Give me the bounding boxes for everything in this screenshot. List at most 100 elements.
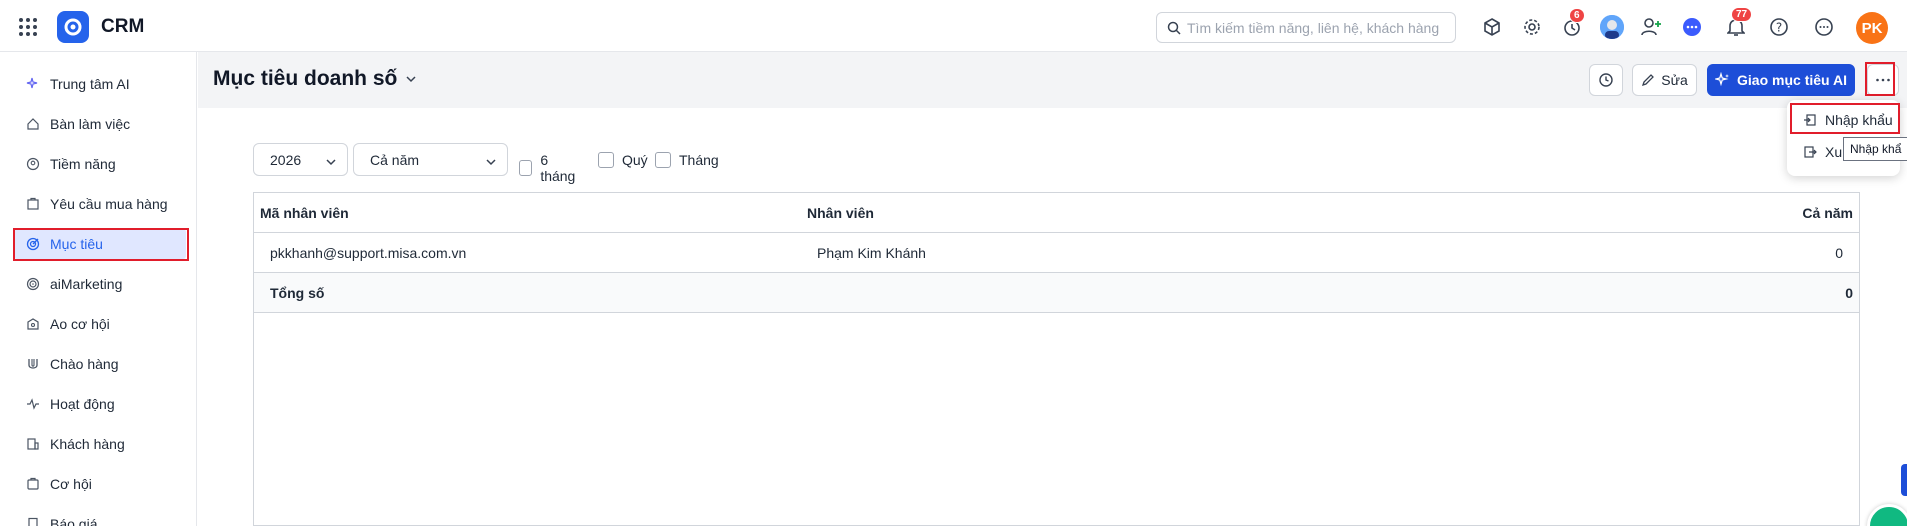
sidebar-item-workspace[interactable]: Bàn làm việc (14, 109, 186, 139)
assign-ai-target-button[interactable]: Giao mục tiêu AI (1707, 64, 1855, 96)
edit-button-label: Sửa (1661, 72, 1688, 88)
sidebar: Trung tâm AI Bàn làm việc Tiềm năng Yêu … (0, 52, 197, 526)
sidebar-item-ai-center[interactable]: Trung tâm AI (14, 69, 186, 99)
checkbox-box[interactable] (519, 160, 533, 176)
checkbox-box[interactable] (598, 152, 614, 168)
sparkle-icon (26, 77, 40, 91)
clock-icon (1598, 72, 1614, 88)
menu-item-import[interactable]: Nhập khẩu (1787, 105, 1900, 135)
activity-icon (26, 397, 40, 411)
sidebar-item-label: Yêu cầu mua hàng (50, 196, 168, 212)
employee-code-cell: pkkhanh@support.misa.com.vn (270, 245, 467, 261)
target-icon (26, 237, 40, 251)
sidebar-item-label: aiMarketing (50, 276, 123, 292)
user-avatar[interactable]: PK (1856, 12, 1888, 44)
quote-icon (26, 517, 40, 526)
column-header-employee[interactable]: Nhân viên (807, 205, 874, 221)
brand-name: CRM (101, 16, 145, 37)
checkbox-label: Tháng (679, 152, 719, 168)
lead-icon (26, 157, 40, 171)
targets-table: Mã nhân viên Nhân viên Cả năm pkkhanh@su… (253, 192, 1860, 526)
edit-button[interactable]: Sửa (1632, 64, 1697, 96)
sidebar-item-label: Chào hàng (50, 356, 119, 372)
sidebar-item-leads[interactable]: Tiềm năng (14, 149, 186, 179)
pencil-icon (1641, 73, 1655, 87)
sidebar-item-purchase-requests[interactable]: Yêu cầu mua hàng (14, 189, 186, 219)
import-tooltip: Nhập khẩ (1843, 137, 1907, 161)
checkbox-label: Quý (622, 152, 648, 168)
page-header: Mục tiêu doanh số Sửa Giao mục tiêu AI (198, 52, 1907, 108)
main-content: Mục tiêu doanh số Sửa Giao mục tiêu AI 2… (198, 52, 1907, 526)
sidebar-item-offers[interactable]: Chào hàng (14, 349, 186, 379)
pool-icon (26, 317, 40, 331)
checkbox-quarter[interactable]: Quý (598, 152, 648, 168)
crm-logo[interactable] (57, 11, 89, 43)
total-value: 0 (1845, 285, 1853, 301)
table-total-row: Tổng số 0 (254, 273, 1859, 313)
top-bar: CRM 6 77 ? PK (0, 0, 1907, 52)
building-icon (26, 437, 40, 451)
chevron-down-icon (325, 155, 337, 171)
gear-icon[interactable] (1520, 15, 1544, 39)
bell-icon[interactable]: 77 (1724, 7, 1753, 39)
table-row[interactable]: pkkhanh@support.misa.com.vn Phạm Kim Khá… (254, 233, 1859, 273)
employee-name-cell: Phạm Kim Khánh (817, 245, 926, 261)
sidebar-item-label: Cơ hội (50, 476, 92, 492)
cube-search-icon[interactable] (1480, 15, 1504, 39)
sidebar-item-targets[interactable]: Mục tiêu (14, 229, 186, 259)
menu-item-label: Xu (1825, 144, 1843, 160)
menu-item-label: Nhập khẩu (1825, 112, 1893, 128)
import-icon (1803, 113, 1817, 127)
apps-grid-icon[interactable] (19, 18, 37, 36)
sidebar-item-opportunities[interactable]: Cơ hội (14, 469, 186, 499)
sidebar-item-quotes[interactable]: Báo giá (14, 509, 186, 526)
reminder-icon[interactable]: 6 (1560, 8, 1585, 39)
svg-text:?: ? (1776, 21, 1782, 35)
sidebar-item-activities[interactable]: Hoạt động (14, 389, 186, 419)
ellipsis-icon (1875, 78, 1891, 82)
period-select[interactable]: Cả năm (353, 143, 508, 176)
total-label: Tổng số (270, 285, 325, 301)
floating-side-tab[interactable] (1901, 464, 1907, 496)
chevron-down-icon (405, 67, 417, 91)
column-header-full-year[interactable]: Cả năm (1802, 205, 1853, 221)
help-icon[interactable]: ? (1767, 15, 1791, 39)
checkbox-6-months[interactable]: 6 tháng (519, 152, 578, 184)
marketing-icon (26, 277, 40, 291)
page-title[interactable]: Mục tiêu doanh số (213, 67, 417, 91)
chat-icon[interactable] (1680, 15, 1704, 39)
assistant-avatar[interactable] (1600, 15, 1624, 39)
home-icon (26, 117, 40, 131)
checkbox-box[interactable] (655, 152, 671, 168)
assign-ai-target-label: Giao mục tiêu AI (1737, 72, 1847, 88)
global-search[interactable] (1156, 12, 1456, 43)
checkbox-label: 6 tháng (540, 152, 576, 184)
reminder-badge: 6 (1569, 8, 1585, 23)
export-icon (1803, 145, 1817, 159)
full-year-cell[interactable]: 0 (1835, 245, 1843, 261)
notification-badge: 77 (1731, 7, 1753, 22)
more-actions-button[interactable] (1867, 64, 1899, 96)
table-header: Mã nhân viên Nhân viên Cả năm (254, 193, 1859, 233)
sparkle-icon (1715, 72, 1731, 88)
sidebar-item-label: Ao cơ hội (50, 316, 110, 332)
more-options-icon[interactable] (1812, 15, 1836, 39)
search-input[interactable] (1187, 19, 1447, 36)
period-select-value: Cả năm (370, 151, 420, 168)
sidebar-item-aimarketing[interactable]: aiMarketing (14, 269, 186, 299)
column-header-employee-code[interactable]: Mã nhân viên (260, 205, 349, 221)
year-select-value: 2026 (270, 151, 302, 168)
sidebar-item-opportunity-pool[interactable]: Ao cơ hội (14, 309, 186, 339)
sidebar-item-customers[interactable]: Khách hàng (14, 429, 186, 459)
search-icon (1167, 21, 1181, 35)
magnet-icon (26, 357, 40, 371)
sidebar-item-label: Khách hàng (50, 436, 125, 452)
order-icon (26, 197, 40, 211)
checkbox-month[interactable]: Tháng (655, 152, 719, 168)
year-select[interactable]: 2026 (253, 143, 348, 176)
sidebar-item-label: Bàn làm việc (50, 116, 131, 132)
sidebar-item-label: Tiềm năng (50, 156, 116, 172)
add-user-icon[interactable] (1640, 15, 1664, 39)
history-button[interactable] (1589, 64, 1623, 96)
chevron-down-icon (485, 155, 497, 171)
